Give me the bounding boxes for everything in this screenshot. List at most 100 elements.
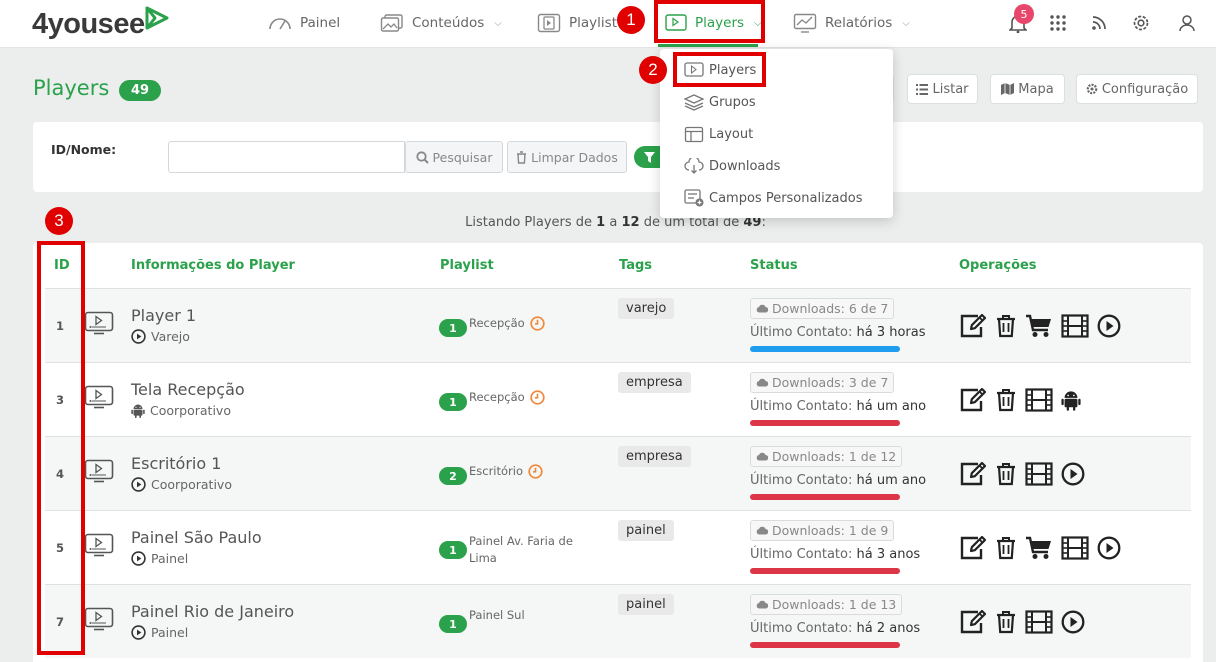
user-menu-button[interactable] (1176, 12, 1198, 34)
operations-group (959, 461, 1085, 487)
play-circle-icon (131, 477, 146, 492)
dropdown-item-grupos[interactable]: Grupos (684, 91, 756, 113)
status-bar (750, 346, 900, 352)
downloads-badge: Downloads: 6 de 7 (750, 298, 895, 319)
table-row[interactable]: 7 Painel Rio de Janeiro Painel 1 Painel Sul p… (45, 584, 1191, 658)
tag-badge[interactable]: empresa (618, 446, 691, 467)
nav-label: Relatórios (825, 15, 893, 31)
player-name[interactable]: Painel São Paulo (131, 528, 262, 547)
playlist-name[interactable]: Painel Sul (469, 607, 587, 624)
nav-conteudos[interactable]: Conteúdos ⌵ (380, 0, 502, 46)
column-header-playlist[interactable]: Playlist (440, 258, 494, 273)
edit-icon[interactable] (959, 313, 987, 339)
custom-fields-icon (684, 189, 704, 207)
clock-icon (530, 316, 545, 331)
nav-playlist[interactable]: Playlist (537, 0, 617, 46)
table-row[interactable]: 5 Painel São Paulo Painel 1 Painel Av. Faria… (45, 510, 1191, 584)
annotation-marker-2: 2 (639, 56, 667, 84)
apps-button[interactable] (1047, 12, 1069, 34)
column-header-operations: Operações (959, 258, 1037, 273)
edit-icon[interactable] (959, 609, 987, 635)
player-group: Coorporativo (131, 403, 231, 418)
map-view-button[interactable]: Mapa (990, 74, 1065, 104)
trash-icon[interactable] (995, 462, 1017, 486)
film-icon[interactable] (1025, 610, 1053, 634)
table-row[interactable]: 3 Tela Recepção Coorporativo 1 Recepção empre… (45, 362, 1191, 436)
last-contact: Último Contato: há 3 anos (750, 547, 921, 562)
trash-icon[interactable] (995, 314, 1017, 338)
player-name[interactable]: Tela Recepção (131, 380, 245, 399)
android-icon (131, 403, 145, 418)
dropdown-item-downloads[interactable]: Downloads (684, 155, 780, 177)
trash-icon[interactable] (995, 388, 1017, 412)
edit-icon[interactable] (959, 535, 987, 561)
layers-icon (684, 93, 704, 111)
play-circle-icon[interactable] (1061, 610, 1085, 634)
film-icon[interactable] (1025, 462, 1053, 486)
play-circle-icon[interactable] (1097, 314, 1121, 338)
play-circle-icon (131, 329, 146, 344)
player-name[interactable]: Painel Rio de Janeiro (131, 602, 294, 621)
button-label: Pesquisar (432, 149, 493, 165)
last-contact: Último Contato: há 3 horas (750, 325, 926, 340)
player-name[interactable]: Player 1 (131, 306, 196, 325)
map-icon (1001, 83, 1015, 95)
id-name-search-input[interactable] (168, 141, 405, 173)
playlist-name[interactable]: Painel Av. Faria de Lima (469, 533, 587, 567)
column-header-status[interactable]: Status (750, 258, 798, 273)
tag-badge[interactable]: empresa (618, 372, 691, 393)
play-circle-icon (131, 551, 146, 566)
trash-icon[interactable] (995, 610, 1017, 634)
cloud-icon (756, 304, 768, 313)
clock-icon (528, 464, 543, 479)
table-row[interactable]: 4 Escritório 1 Coorporativo 2 Escritório empr… (45, 436, 1191, 510)
trash-icon[interactable] (995, 536, 1017, 560)
edit-icon[interactable] (959, 387, 987, 413)
player-name[interactable]: Escritório 1 (131, 454, 221, 473)
dropdown-label: Downloads (709, 158, 781, 174)
logo[interactable]: 4yousee (32, 8, 145, 41)
column-header-tags[interactable]: Tags (619, 258, 652, 273)
filter-icon (644, 151, 655, 163)
column-header-player-info[interactable]: Informações do Player (131, 258, 295, 273)
annotation-box-3 (37, 241, 85, 655)
playlist-count-badge: 1 (439, 615, 467, 633)
feed-button[interactable] (1088, 12, 1110, 34)
user-icon (1179, 15, 1195, 32)
cart-icon[interactable] (1025, 314, 1053, 338)
nav-painel[interactable]: Painel (268, 0, 340, 46)
table-row[interactable]: 1 Player 1 Varejo 1 Recepção varejo Downloads:… (45, 288, 1191, 362)
search-button[interactable]: Pesquisar (405, 141, 503, 173)
tag-badge[interactable]: painel (618, 594, 674, 615)
annotation-marker-3: 3 (45, 207, 73, 235)
tag-badge[interactable]: varejo (618, 298, 675, 319)
edit-icon[interactable] (959, 461, 987, 487)
player-group: Varejo (131, 329, 190, 344)
play-circle-icon[interactable] (1097, 536, 1121, 560)
tag-badge[interactable]: painel (618, 520, 674, 541)
cart-icon[interactable] (1025, 536, 1053, 560)
dropdown-item-campos-personalizados[interactable]: Campos Personalizados (684, 187, 862, 209)
clear-data-button[interactable]: Limpar Dados (507, 141, 627, 173)
playlist-icon (537, 13, 561, 33)
playlist-name[interactable]: Recepção (469, 389, 525, 406)
film-icon[interactable] (1061, 536, 1089, 560)
annotation-box-2 (673, 52, 766, 87)
android-icon[interactable] (1061, 389, 1081, 411)
film-icon[interactable] (1061, 314, 1089, 338)
list-view-button[interactable]: Listar (907, 74, 978, 104)
cloud-icon (756, 600, 768, 609)
tv-player-icon (84, 459, 114, 487)
playlist-name[interactable]: Escritório (469, 463, 523, 480)
settings-button[interactable] (1130, 12, 1152, 34)
downloads-badge: Downloads: 3 de 7 (750, 372, 895, 393)
nav-relatorios[interactable]: Relatórios ⌵ (793, 0, 910, 46)
configuration-button[interactable]: Configuração (1076, 74, 1198, 104)
film-icon[interactable] (1025, 388, 1053, 412)
annotation-marker-1: 1 (617, 6, 645, 34)
play-circle-icon[interactable] (1061, 462, 1085, 486)
trash-icon (517, 150, 527, 164)
playlist-name[interactable]: Recepção (469, 315, 525, 332)
cloud-icon (756, 378, 768, 387)
dropdown-item-layout[interactable]: Layout (684, 123, 753, 145)
